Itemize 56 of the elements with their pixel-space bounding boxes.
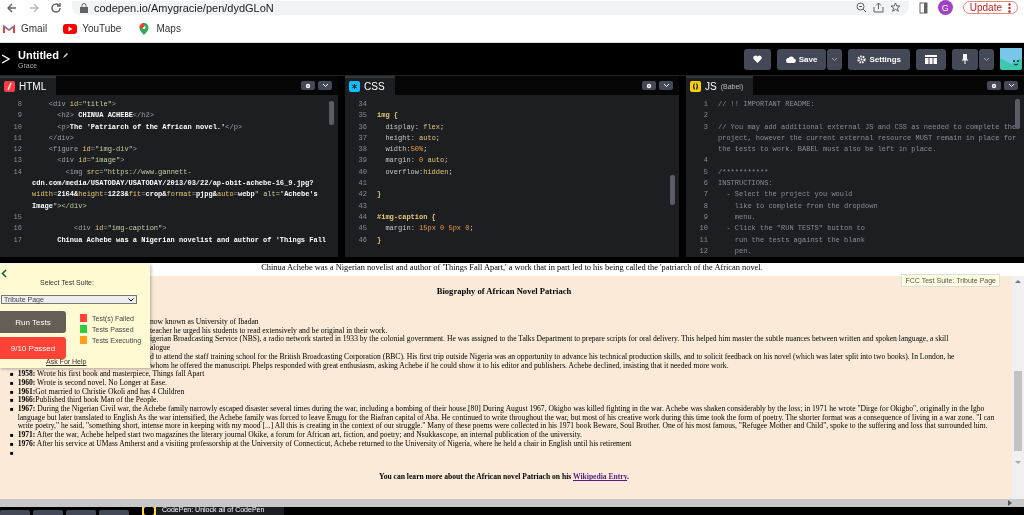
save-button[interactable]: Save [776, 48, 827, 70]
editor-menu-button[interactable] [659, 81, 673, 90]
lock-icon [80, 2, 88, 13]
reload-icon[interactable] [50, 1, 62, 14]
editor-menu-button[interactable] [318, 81, 332, 90]
pencil-icon[interactable] [61, 51, 69, 59]
heart-button[interactable] [743, 48, 771, 70]
cloud-icon [785, 55, 796, 63]
scrollbar[interactable] [1014, 371, 1022, 451]
scrollbar[interactable] [670, 175, 675, 205]
sidebar-icon[interactable] [918, 1, 928, 14]
back-icon[interactable] [6, 1, 18, 14]
bookmark-link[interactable]: Maps [137, 21, 181, 36]
settings-icon [646, 82, 652, 89]
scroll-up-icon[interactable] [1015, 279, 1021, 283]
settings-icon [991, 82, 997, 89]
caption-text: Chinua Achebe was a Nigerian novelist and author of 'Things Fall Apart,' a work that in part led to his being called the 'patriarch of the African novel. [261, 263, 763, 272]
chevron-down-icon [128, 297, 134, 302]
editor-tab[interactable]: CSS [345, 76, 395, 95]
scrollbar[interactable] [329, 101, 334, 125]
editor-settings-button[interactable] [301, 81, 315, 90]
chevron-down-icon [662, 83, 670, 88]
pin-button[interactable] [952, 48, 978, 70]
chevron-down-icon [831, 56, 839, 62]
run-tests-button[interactable]: Run Tests [0, 311, 66, 333]
pen-title[interactable]: Untitled [18, 49, 59, 61]
editor-menu-button[interactable] [1004, 81, 1018, 90]
css-icon [349, 81, 360, 92]
settings-button[interactable]: Settings [848, 48, 910, 70]
page-heading: Biography of African Novel Patriach [436, 286, 572, 296]
editor-settings-button[interactable] [642, 81, 656, 90]
pin-icon [961, 54, 969, 64]
update-button[interactable]: Update [962, 1, 1018, 14]
share-icon[interactable] [872, 2, 884, 13]
scroll-right-icon[interactable] [1008, 500, 1012, 506]
star-icon[interactable] [889, 2, 901, 13]
settings-icon [305, 82, 311, 89]
settings-icon [857, 54, 867, 64]
heart-icon [752, 55, 762, 63]
layout-button[interactable] [916, 48, 946, 70]
layout-icon [925, 54, 937, 64]
editor-tab[interactable]: HTML [0, 76, 57, 95]
bookmark-link[interactable]: YouTube [63, 21, 122, 36]
js-icon [690, 81, 701, 92]
chevron-down-icon [1007, 83, 1015, 88]
more-icon [1008, 2, 1011, 13]
scrollbar[interactable] [1015, 99, 1020, 129]
chevron-down-icon [983, 56, 990, 62]
chevron-down-icon [321, 83, 329, 88]
user-avatar-icon[interactable] [1000, 48, 1022, 70]
html-icon [4, 81, 15, 92]
bookmark-link[interactable]: Gmail [2, 21, 48, 36]
profile-avatar[interactable]: G [937, 0, 953, 15]
zoom-icon[interactable] [855, 2, 867, 13]
play-icon [63, 21, 78, 36]
editor-settings-button[interactable] [987, 81, 1001, 90]
